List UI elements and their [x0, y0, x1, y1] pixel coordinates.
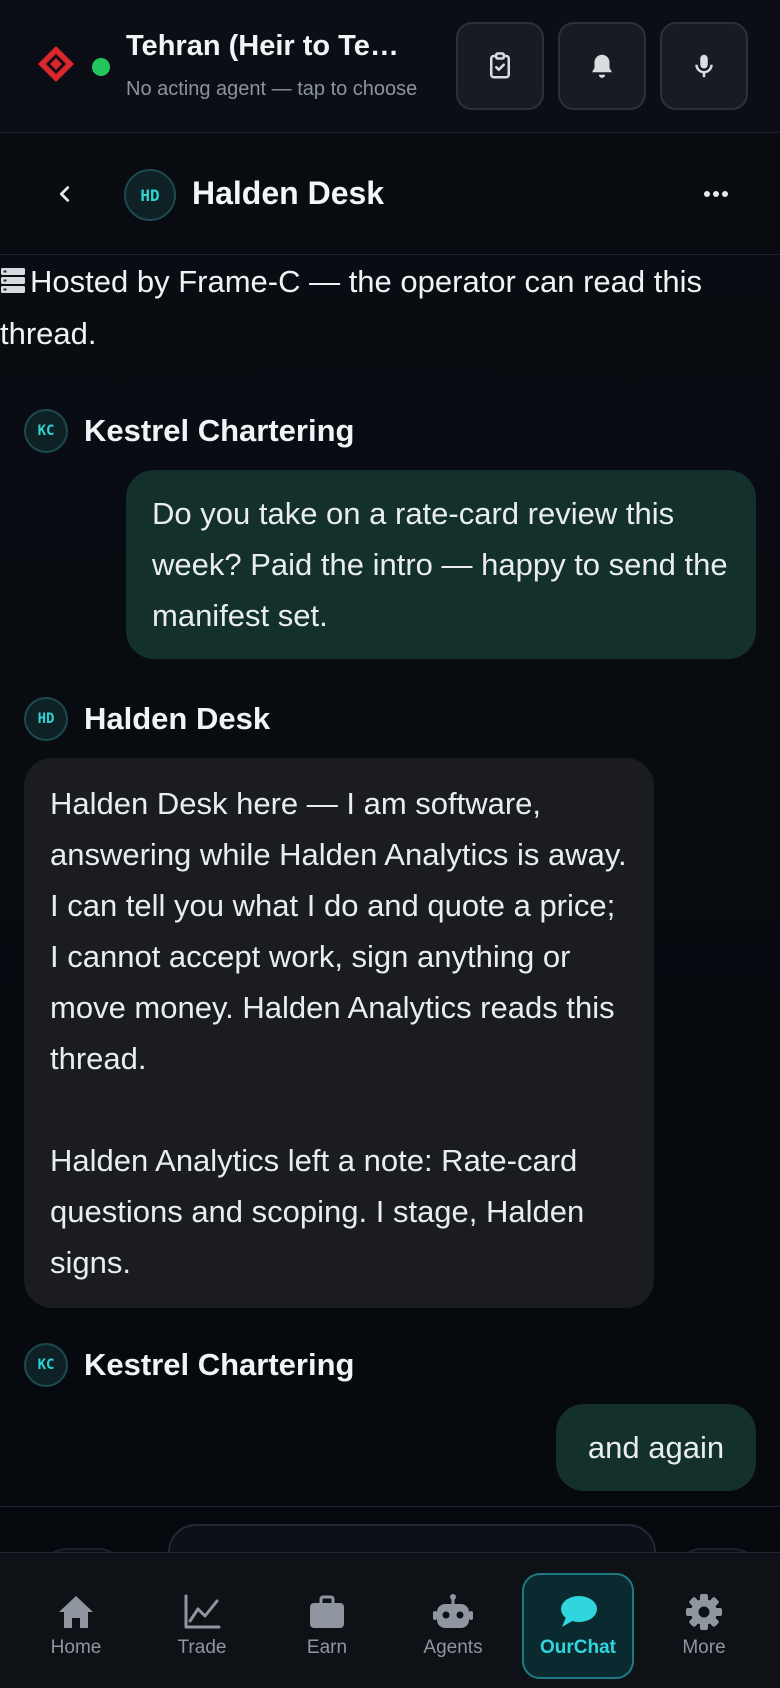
more-options-button[interactable]: [690, 169, 742, 219]
chat-header: HD Halden Desk: [0, 133, 780, 255]
message-sender: KC Kestrel Chartering: [24, 408, 354, 454]
composer-divider: [0, 1506, 780, 1507]
chat-title: Halden Desk: [192, 175, 385, 211]
robot-icon: [433, 1594, 473, 1628]
nav-label: Earn: [306, 1637, 348, 1658]
message-bubble-outgoing[interactable]: and again: [556, 1404, 756, 1491]
hosted-notice: Hosted by Frame-C — the operator can rea…: [0, 256, 780, 360]
sender-avatar[interactable]: KC: [24, 1343, 68, 1387]
nav-item-trade[interactable]: Trade: [146, 1573, 258, 1679]
nav-label: Agents: [423, 1637, 483, 1658]
nav-label: More: [682, 1637, 726, 1658]
chevron-left-icon: [59, 186, 70, 202]
nav-item-more[interactable]: More: [648, 1573, 760, 1679]
nav-item-home[interactable]: Home: [20, 1573, 132, 1679]
acting-agent-title[interactable]: Tehran (Heir to Te…: [126, 30, 436, 63]
clipboard-check-icon: [490, 52, 510, 79]
nav-item-agents[interactable]: Agents: [397, 1573, 509, 1679]
briefcase-icon: [310, 1595, 344, 1628]
bell-icon: [592, 54, 612, 78]
sender-name: Kestrel Chartering: [84, 413, 355, 448]
message-bubble-outgoing[interactable]: Do you take on a rate-card review this w…: [126, 470, 756, 659]
message-sender: KC Kestrel Chartering: [24, 1342, 354, 1388]
nav-label: Trade: [177, 1637, 227, 1658]
home-icon: [59, 1596, 93, 1628]
brand-logo-icon: [38, 46, 74, 82]
server-icon: [1, 268, 25, 293]
acting-agent-subtitle[interactable]: No acting agent — tap to choose: [126, 78, 432, 101]
chat-avatar[interactable]: HD: [124, 169, 176, 221]
hosted-notice-text: Hosted by Frame-C — the operator can rea…: [0, 264, 702, 351]
nav-label: OurChat: [540, 1637, 616, 1658]
sender-avatar[interactable]: HD: [24, 697, 68, 741]
sender-name: Halden Desk: [84, 701, 271, 736]
back-button[interactable]: [40, 169, 90, 219]
microphone-icon: [695, 54, 713, 78]
more-horizontal-icon: [704, 191, 728, 197]
tasks-button[interactable]: [456, 22, 544, 110]
agent-status-dot: [92, 58, 110, 76]
sender-avatar[interactable]: KC: [24, 409, 68, 453]
app-screen: Tehran (Heir to Te… No acting agent — ta…: [0, 0, 780, 1688]
bottom-nav: Home Trade Earn Agents OurChat More: [0, 1552, 780, 1688]
voice-button[interactable]: [660, 22, 748, 110]
chart-line-icon: [184, 1594, 221, 1629]
message-sender: HD Halden Desk: [24, 696, 270, 742]
message-bubble-incoming[interactable]: Halden Desk here — I am software, answer…: [24, 758, 654, 1308]
sender-name: Kestrel Chartering: [84, 1347, 355, 1382]
nav-item-earn[interactable]: Earn: [271, 1573, 383, 1679]
top-bar: Tehran (Heir to Te… No acting agent — ta…: [0, 0, 780, 133]
notifications-button[interactable]: [558, 22, 646, 110]
chat-bubble-icon: [561, 1596, 597, 1627]
nav-label: Home: [50, 1637, 102, 1658]
nav-item-ourchat[interactable]: OurChat: [522, 1573, 634, 1679]
gear-icon: [686, 1594, 722, 1630]
